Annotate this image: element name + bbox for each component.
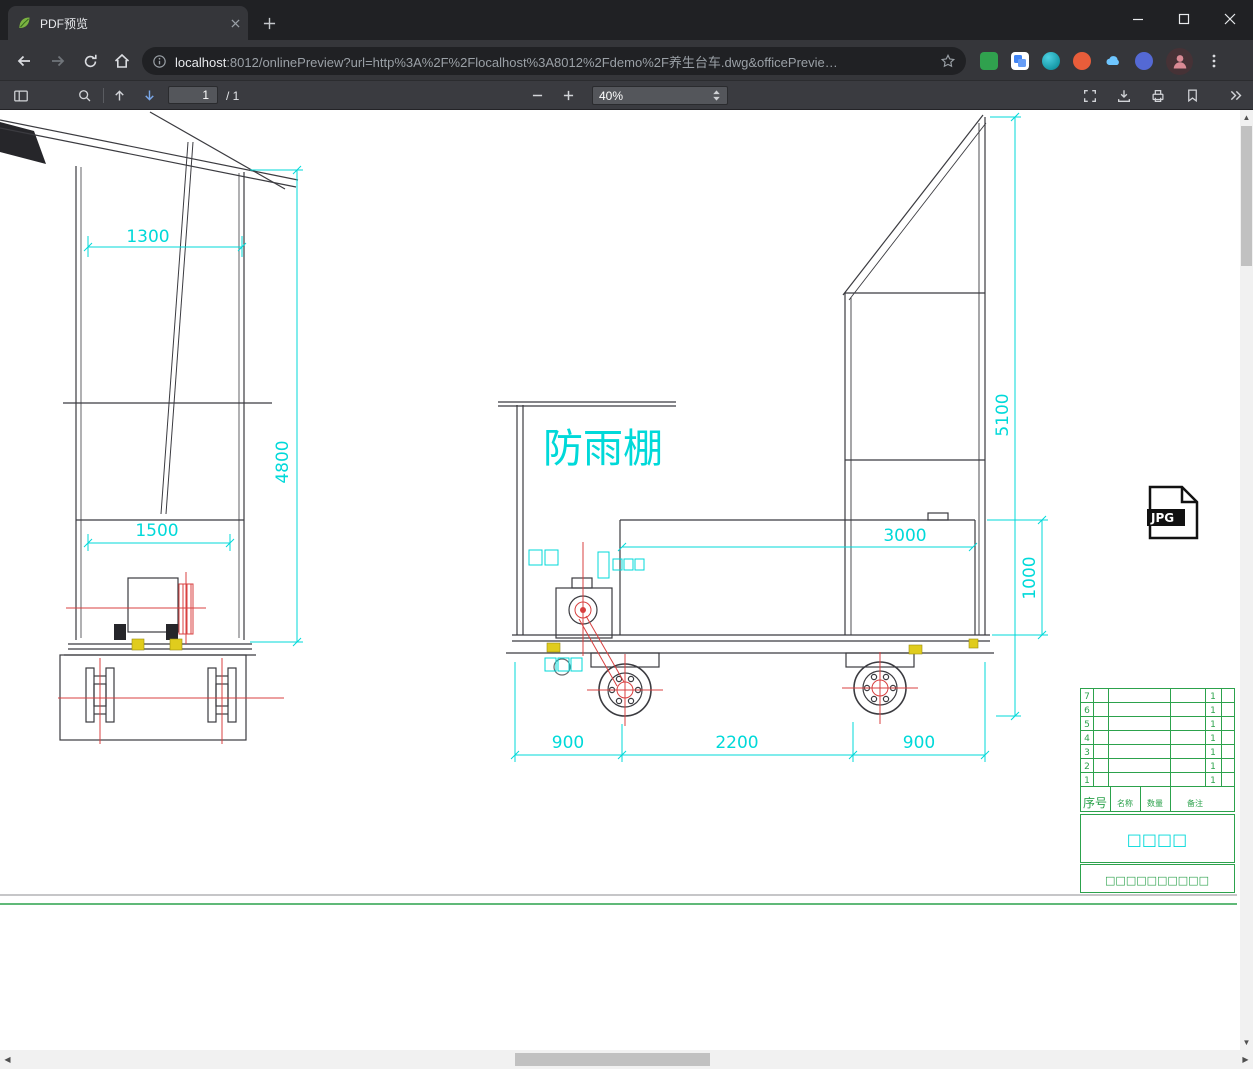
cloud-extension-icon[interactable] [1104,52,1122,70]
front-view-centerlines [58,572,284,744]
page-down-icon[interactable] [136,84,162,107]
more-tools-icon[interactable] [1222,84,1248,107]
star-icon[interactable] [940,53,956,69]
zoom-in-icon[interactable] [555,84,581,107]
back-icon[interactable] [10,47,38,75]
title-block-header-qty: 数量 [1147,798,1163,808]
dim-5100-label: 5100 [993,393,1013,436]
zoom-value: 40% [599,88,624,103]
minimize-button[interactable] [1115,0,1161,38]
horizontal-scrollbar[interactable]: ◀ ▶ [0,1050,1253,1069]
browser-tab[interactable]: PDF预览 [8,6,248,40]
url-text: localhost:8012/onlinePreview?url=http%3A… [175,52,932,71]
vertical-scrollbar[interactable]: ▲ ▼ [1240,110,1253,1050]
maximize-button[interactable] [1161,0,1207,38]
svg-text:2: 2 [1084,762,1090,772]
download-icon[interactable] [1111,84,1137,107]
canopy-label: 防雨棚 [543,426,663,472]
svg-text:1: 1 [1210,748,1216,758]
extension-icon-green[interactable] [980,52,998,70]
dim-1000-label: 1000 [1020,556,1040,599]
translate-extension-icon[interactable] [1011,52,1029,70]
vertical-scrollbar-thumb[interactable] [1241,126,1252,266]
svg-text:3: 3 [1084,748,1090,758]
page-count-label: / 1 [226,89,240,103]
page-number-input[interactable] [168,86,218,104]
profile-avatar[interactable] [1166,47,1193,75]
print-icon[interactable] [1145,84,1171,107]
new-tab-button[interactable] [256,10,282,36]
title-block: 7 1 6 1 5 1 4 1 3 1 2 1 1 1 序号 名称 数量 备注 □□□□ □□… [1080,688,1235,893]
dim-3000-label: 3000 [883,526,926,546]
jpg-file-icon: JPG [1147,485,1199,540]
svg-text:5: 5 [1084,720,1090,730]
scroll-right-icon[interactable]: ▶ [1239,1053,1252,1066]
title-block-title-text: □□□□ [1127,830,1187,849]
extension-icon-orange[interactable] [1073,52,1091,70]
front-view-dimensions: 1300 4800 1500 [83,165,303,647]
search-icon[interactable] [72,84,98,107]
zoom-out-icon[interactable] [524,84,550,107]
svg-text:1: 1 [1210,734,1216,744]
side-view-structure [498,114,994,717]
reload-icon[interactable] [76,47,104,75]
jpg-label: JPG [1150,511,1174,525]
dim-2200-label: 2200 [715,733,758,753]
svg-text:1: 1 [1210,706,1216,716]
zoom-select[interactable]: 40% [592,86,728,105]
title-block-header-no: 序号 [1083,795,1107,810]
url-host: localhost [175,54,227,70]
front-view-structure [0,111,299,741]
bookmark-icon[interactable] [1179,84,1205,107]
sidebar-toggle-icon[interactable] [8,84,34,107]
leaf-favicon-icon [16,15,32,31]
fit-page-icon[interactable] [1077,84,1103,107]
scroll-up-icon[interactable]: ▲ [1240,111,1253,124]
dim-1300-label: 1300 [126,227,169,247]
url-bar[interactable]: localhost:8012/onlinePreview?url=http%3A… [142,47,966,75]
title-block-rows: 7 1 6 1 5 1 4 1 3 1 2 1 1 1 [1084,692,1216,786]
dim-1500-label: 1500 [135,521,178,541]
title-block-header-note: 备注 [1187,798,1203,808]
home-icon[interactable] [108,47,136,75]
svg-text:1: 1 [1210,776,1216,786]
title-block-footer-text: □□□□□□□□□□ [1105,874,1209,887]
extensions-row [980,47,1222,75]
svg-text:1: 1 [1210,720,1216,730]
scroll-down-icon[interactable]: ▼ [1240,1036,1253,1049]
dim-900-right-label: 900 [903,733,935,753]
title-block-header-name: 名称 [1117,798,1133,808]
dim-4800-label: 4800 [273,440,293,483]
tab-title: PDF预览 [40,16,89,31]
sheet-border-lines [0,894,1237,905]
extension-icon-teal[interactable] [1042,52,1060,70]
forward-icon[interactable] [44,47,72,75]
pdf-page-view: 1300 4800 1500 防雨棚 3000 1000 5100 900 22… [0,110,1240,1050]
horizontal-scrollbar-thumb[interactable] [515,1053,710,1066]
tab-close-icon[interactable] [231,18,240,28]
browser-menu-icon[interactable] [1206,53,1222,69]
url-path: :8012/onlinePreview?url=http%3A%2F%2Floc… [226,54,838,70]
toolbar-divider [103,88,104,103]
window-close-button[interactable] [1207,0,1253,38]
scroll-left-icon[interactable]: ◀ [1,1053,14,1066]
extension-icon-indigo[interactable] [1135,52,1153,70]
select-spinner-icon [712,89,721,102]
svg-text:7: 7 [1084,692,1090,702]
svg-text:1: 1 [1210,762,1216,772]
svg-text:4: 4 [1084,734,1090,744]
browser-titlebar: PDF预览 [0,0,1253,40]
page-bottom-strip [0,1069,1253,1079]
svg-text:6: 6 [1084,706,1090,716]
page-up-icon[interactable] [106,84,132,107]
dim-900-left-label: 900 [552,733,584,753]
svg-text:1: 1 [1210,692,1216,702]
svg-text:1: 1 [1084,776,1090,786]
info-icon[interactable] [152,54,167,69]
cad-drawing: 1300 4800 1500 防雨棚 3000 1000 5100 900 22… [0,111,1237,905]
